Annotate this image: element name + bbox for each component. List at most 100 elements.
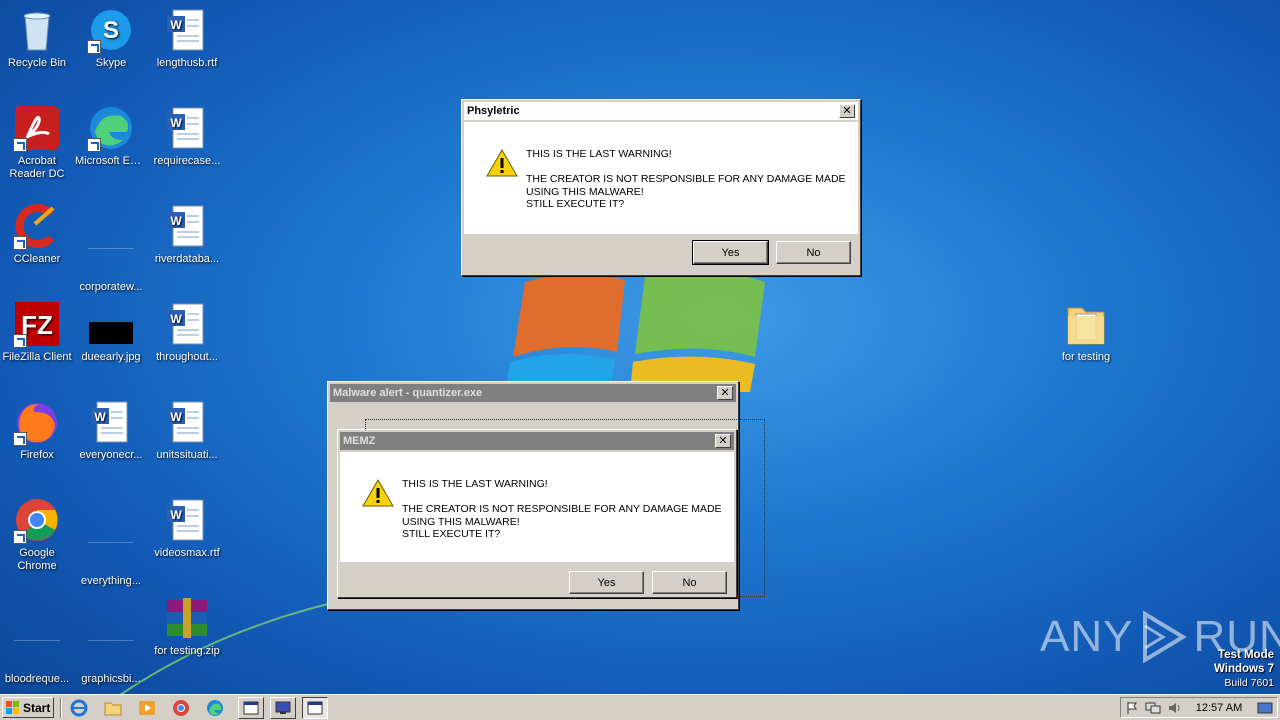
shortcut-arrow-icon — [13, 432, 27, 446]
desktop-icon-for-testing-zip[interactable]: for testing.zip — [150, 594, 224, 658]
desktop-icon-skype[interactable]: S Skype — [74, 6, 148, 70]
wallpaper-windows-logo — [505, 270, 765, 392]
desktop-icon-throughout[interactable]: W throughout... — [150, 300, 224, 364]
word-document-icon: W — [167, 303, 204, 345]
word-document-icon: W — [167, 205, 204, 247]
taskbar-clock[interactable]: 12:57 AM — [1196, 702, 1242, 714]
close-icon: ✕ — [718, 435, 728, 447]
play-logo-icon — [1143, 610, 1188, 664]
dialog-memz-titlebar[interactable]: MEMZ ✕ — [340, 432, 734, 450]
dialog-phsyletric-titlebar[interactable]: Phsyletric ✕ — [464, 102, 858, 120]
desktop-icon-lengthusb[interactable]: W lengthusb.rtf — [150, 6, 224, 70]
system-tray: 12:57 AM — [1120, 697, 1278, 718]
taskbar-task-3[interactable] — [302, 696, 328, 719]
shortcut-arrow-icon — [13, 334, 27, 348]
desktop-icon-graphicsbi[interactable]: graphicsbi... — [74, 594, 148, 686]
dialog-message: THIS IS THE LAST WARNING! THE CREATOR IS… — [402, 478, 722, 540]
desktop-icon-unitssituati[interactable]: W unitssituati... — [150, 398, 224, 462]
svg-text:W: W — [170, 116, 182, 130]
yes-button[interactable]: Yes — [569, 571, 644, 594]
dialog-title: Malware alert - quantizer.exe — [333, 387, 483, 399]
taskbar-task-2[interactable] — [270, 696, 296, 719]
show-desktop-icon[interactable] — [1257, 701, 1273, 715]
svg-text:W: W — [170, 410, 182, 424]
quicklaunch-explorer[interactable] — [102, 697, 124, 719]
desktop-icon-filezilla[interactable]: FZ FileZilla Client — [0, 300, 74, 364]
folder-icon — [1067, 307, 1105, 345]
quicklaunch-media-player[interactable] — [136, 697, 158, 719]
word-document-icon: W — [91, 401, 128, 443]
close-button[interactable]: ✕ — [715, 434, 731, 448]
desktop-icon-everyonecr[interactable]: W everyonecr... — [74, 398, 148, 462]
dialog-title: Phsyletric — [467, 105, 520, 117]
monitor-app-icon — [275, 701, 291, 714]
desktop-icon-everything[interactable]: everything... — [74, 496, 148, 588]
blank-file-icon — [87, 230, 135, 278]
blank-file-icon — [87, 622, 135, 670]
quicklaunch-edge[interactable] — [204, 697, 226, 719]
shortcut-arrow-icon — [13, 236, 27, 250]
dialog-message-area: THIS IS THE LAST WARNING! THE CREATOR IS… — [464, 122, 858, 234]
desktop-icon-bloodreque[interactable]: bloodreque... — [0, 594, 74, 686]
start-button[interactable]: Start — [2, 697, 54, 718]
close-icon: ✕ — [720, 387, 730, 399]
svg-text:S: S — [103, 17, 119, 44]
no-button[interactable]: No — [652, 571, 727, 594]
edge-icon — [207, 699, 223, 716]
blank-file-icon — [13, 622, 61, 670]
network-icon[interactable] — [1145, 701, 1161, 715]
image-file-icon — [89, 322, 133, 344]
svg-text:W: W — [94, 410, 106, 424]
folder-icon — [104, 702, 122, 715]
dialog-message-area: THIS IS THE LAST WARNING! THE CREATOR IS… — [340, 452, 734, 562]
svg-text:W: W — [170, 18, 182, 32]
warning-icon — [486, 148, 518, 177]
quicklaunch-ie[interactable] — [68, 697, 90, 719]
desktop-icon-dueearly[interactable]: dueearly.jpg — [74, 300, 148, 364]
desktop-icon-ccleaner[interactable]: CCleaner — [0, 202, 74, 266]
word-document-icon: W — [167, 401, 204, 443]
desktop-icon-chrome[interactable]: Google Chrome — [0, 496, 74, 573]
taskbar: Start 12:57 AM — [0, 694, 1280, 720]
desktop-icon-recycle-bin[interactable]: Recycle Bin — [0, 6, 74, 70]
desktop-icon-corporatew[interactable]: corporatew... — [74, 202, 148, 294]
svg-text:W: W — [170, 508, 182, 522]
svg-text:W: W — [170, 312, 182, 326]
window-app-icon — [307, 701, 323, 714]
taskbar-task-1[interactable] — [238, 696, 264, 719]
media-player-icon — [139, 700, 155, 715]
shortcut-arrow-icon — [87, 138, 101, 152]
word-document-icon: W — [167, 9, 204, 51]
desktop-icon-riverdataba[interactable]: W riverdataba... — [150, 202, 224, 266]
close-icon: ✕ — [842, 105, 852, 117]
close-button[interactable]: ✕ — [717, 386, 733, 400]
windows-logo-icon — [6, 700, 19, 714]
winrar-archive-icon — [167, 598, 207, 638]
dialog-phsyletric[interactable]: Phsyletric ✕ THIS IS THE LAST WARNING! T… — [461, 99, 861, 276]
desktop-icon-edge[interactable]: Microsoft Edge — [74, 104, 148, 168]
test-mode-notice: Test Mode Windows 7 Build 7601 — [1214, 649, 1274, 689]
warning-icon — [362, 478, 394, 507]
chrome-icon — [173, 699, 189, 716]
shortcut-arrow-icon — [13, 138, 27, 152]
desktop-icon-for-testing-folder[interactable]: for testing — [1049, 300, 1123, 364]
dialog-message: THIS IS THE LAST WARNING! THE CREATOR IS… — [526, 148, 846, 210]
svg-text:W: W — [170, 214, 182, 228]
word-document-icon: W — [167, 107, 204, 149]
quicklaunch-chrome[interactable] — [170, 697, 192, 719]
dialog-title: MEMZ — [343, 435, 376, 447]
shortcut-arrow-icon — [87, 40, 101, 54]
dialog-malware-alert-titlebar[interactable]: Malware alert - quantizer.exe ✕ — [330, 384, 736, 402]
desktop-icon-requirecase[interactable]: W requirecase... — [150, 104, 224, 168]
desktop-icon-acrobat[interactable]: Acrobat Reader DC — [0, 104, 74, 181]
action-center-flag-icon[interactable] — [1125, 701, 1139, 715]
internet-explorer-icon — [70, 699, 88, 716]
no-button[interactable]: No — [776, 241, 851, 264]
dialog-memz[interactable]: MEMZ ✕ THIS IS THE LAST WARNING! THE CRE… — [337, 429, 737, 598]
yes-button[interactable]: Yes — [692, 240, 769, 265]
close-button[interactable]: ✕ — [839, 104, 855, 118]
blank-file-icon — [87, 524, 135, 572]
volume-icon[interactable] — [1167, 701, 1181, 715]
desktop-icon-firefox[interactable]: Firefox — [0, 398, 74, 462]
desktop-icon-videosmax[interactable]: W videosmax.rtf — [150, 496, 224, 560]
